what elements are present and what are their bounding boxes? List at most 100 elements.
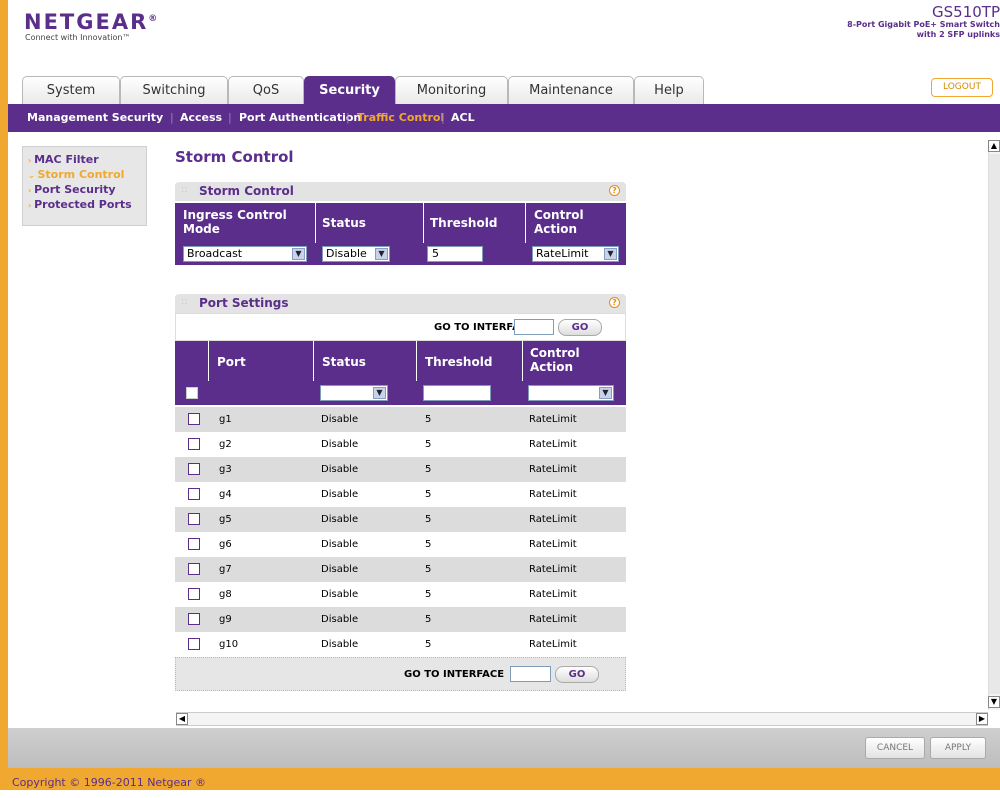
help-icon[interactable]: ? — [609, 185, 620, 196]
tab-switching[interactable]: Switching — [120, 76, 228, 104]
status-cell: Disable — [321, 464, 359, 475]
subnav-traffic-control[interactable]: Traffic Control — [357, 104, 444, 132]
row-checkbox[interactable] — [188, 538, 200, 550]
tab-help[interactable]: Help — [634, 76, 704, 104]
header: NETGEAR® Connect with Innovation™ GS510T… — [8, 0, 1000, 104]
model-name: GS510TP — [932, 3, 1000, 21]
filter-action-select[interactable]: ▼ — [528, 385, 614, 401]
tab-system[interactable]: System — [22, 76, 120, 104]
tab-maintenance[interactable]: Maintenance — [508, 76, 634, 104]
tab-security[interactable]: Security — [304, 76, 395, 104]
section-title: Storm Control — [199, 184, 294, 198]
status-cell: Disable — [321, 539, 359, 550]
chevron-down-icon: ▼ — [599, 387, 612, 399]
table-row[interactable]: g4 Disable 5 RateLimit — [175, 482, 626, 507]
action-cell: RateLimit — [529, 589, 577, 600]
ingress-mode-select[interactable]: Broadcast ▼ — [183, 246, 307, 262]
subnav-acl[interactable]: ACL — [451, 104, 475, 132]
port-cell: g8 — [219, 589, 232, 600]
table-row[interactable]: g6 Disable 5 RateLimit — [175, 532, 626, 557]
select-all-checkbox[interactable] — [186, 387, 198, 399]
row-checkbox[interactable] — [188, 638, 200, 650]
action-cell: RateLimit — [529, 414, 577, 425]
threshold-cell: 5 — [425, 414, 432, 425]
chevron-down-icon: ▼ — [375, 248, 388, 260]
goto-interface-input[interactable] — [510, 666, 551, 682]
scroll-thumb[interactable] — [989, 154, 1000, 694]
horizontal-scrollbar[interactable]: ◀ ▶ — [176, 712, 988, 726]
row-checkbox[interactable] — [188, 513, 200, 525]
table-row[interactable]: g5 Disable 5 RateLimit — [175, 507, 626, 532]
status-select[interactable]: Disable ▼ — [322, 246, 390, 262]
port-cell: g9 — [219, 614, 232, 625]
storm-control-section-header: :: Storm Control ? — [175, 182, 626, 201]
col-threshold: Threshold — [430, 216, 498, 230]
help-icon[interactable]: ? — [609, 297, 620, 308]
tab-qos[interactable]: QoS — [228, 76, 304, 104]
table-row[interactable]: g10 Disable 5 RateLimit — [175, 632, 626, 657]
action-cell: RateLimit — [529, 539, 577, 550]
menu-item-protected-ports[interactable]: › Protected Ports — [28, 198, 132, 211]
logout-button[interactable]: LOGOUT — [931, 78, 993, 97]
subnav-separator: | — [228, 111, 232, 124]
left-menu: › MAC Filter ⌄ Storm Control › Port Secu… — [22, 146, 147, 226]
table-row[interactable]: g8 Disable 5 RateLimit — [175, 582, 626, 607]
col-control-action: Control Action — [530, 346, 580, 374]
scroll-right-icon[interactable]: ▶ — [976, 713, 988, 725]
port-cell: g7 — [219, 564, 232, 575]
port-cell: g4 — [219, 489, 232, 500]
go-button[interactable]: GO — [555, 666, 599, 683]
row-checkbox[interactable] — [188, 438, 200, 450]
scroll-down-icon[interactable]: ▼ — [988, 696, 1000, 708]
scroll-up-icon[interactable]: ▲ — [988, 140, 1000, 152]
row-checkbox[interactable] — [188, 413, 200, 425]
control-action-select[interactable]: RateLimit ▼ — [532, 246, 619, 262]
action-cell: RateLimit — [529, 489, 577, 500]
drag-grip-icon: :: — [181, 296, 188, 307]
threshold-cell: 5 — [425, 639, 432, 650]
tab-monitoring[interactable]: Monitoring — [395, 76, 508, 104]
netgear-logo: NETGEAR® — [24, 10, 160, 34]
row-checkbox[interactable] — [188, 488, 200, 500]
go-button[interactable]: GO — [558, 319, 602, 336]
menu-item-port-security[interactable]: › Port Security — [28, 183, 116, 196]
action-cell: RateLimit — [529, 439, 577, 450]
menu-item-mac-filter[interactable]: › MAC Filter — [28, 153, 99, 166]
row-checkbox[interactable] — [188, 563, 200, 575]
threshold-cell: 5 — [425, 514, 432, 525]
table-row[interactable]: g1 Disable 5 RateLimit — [175, 407, 626, 432]
status-cell: Disable — [321, 514, 359, 525]
action-cell: RateLimit — [529, 639, 577, 650]
row-checkbox[interactable] — [188, 588, 200, 600]
threshold-cell: 5 — [425, 539, 432, 550]
table-row[interactable]: g2 Disable 5 RateLimit — [175, 432, 626, 457]
left-accent-bar — [0, 0, 8, 790]
goto-interface-input[interactable] — [514, 319, 554, 335]
port-cell: g6 — [219, 539, 232, 550]
filter-threshold-input[interactable] — [423, 385, 491, 401]
copyright: Copyright © 1996-2011 Netgear ® — [8, 768, 1000, 790]
vertical-scrollbar[interactable]: ▲ ▼ — [988, 140, 1000, 710]
action-cell: RateLimit — [529, 464, 577, 475]
table-row[interactable]: g3 Disable 5 RateLimit — [175, 457, 626, 482]
status-cell: Disable — [321, 589, 359, 600]
subnav-management-security[interactable]: Management Security — [27, 104, 163, 132]
threshold-cell: 5 — [425, 464, 432, 475]
threshold-cell: 5 — [425, 614, 432, 625]
cancel-button[interactable]: CANCEL — [865, 737, 925, 759]
chevron-down-icon: ▼ — [292, 248, 305, 260]
apply-button[interactable]: APPLY — [930, 737, 986, 759]
filter-status-select[interactable]: ▼ — [320, 385, 388, 401]
row-checkbox[interactable] — [188, 463, 200, 475]
table-row[interactable]: g9 Disable 5 RateLimit — [175, 607, 626, 632]
subnav-separator: | — [346, 111, 350, 124]
subnav-access[interactable]: Access — [180, 104, 222, 132]
threshold-input[interactable]: 5 — [427, 246, 483, 262]
row-checkbox[interactable] — [188, 613, 200, 625]
table-row[interactable]: g7 Disable 5 RateLimit — [175, 557, 626, 582]
action-cell: RateLimit — [529, 564, 577, 575]
scroll-left-icon[interactable]: ◀ — [176, 713, 188, 725]
action-cell: RateLimit — [529, 614, 577, 625]
subnav-port-authentication[interactable]: Port Authentication — [239, 104, 361, 132]
menu-item-storm-control[interactable]: ⌄ Storm Control — [28, 168, 124, 181]
